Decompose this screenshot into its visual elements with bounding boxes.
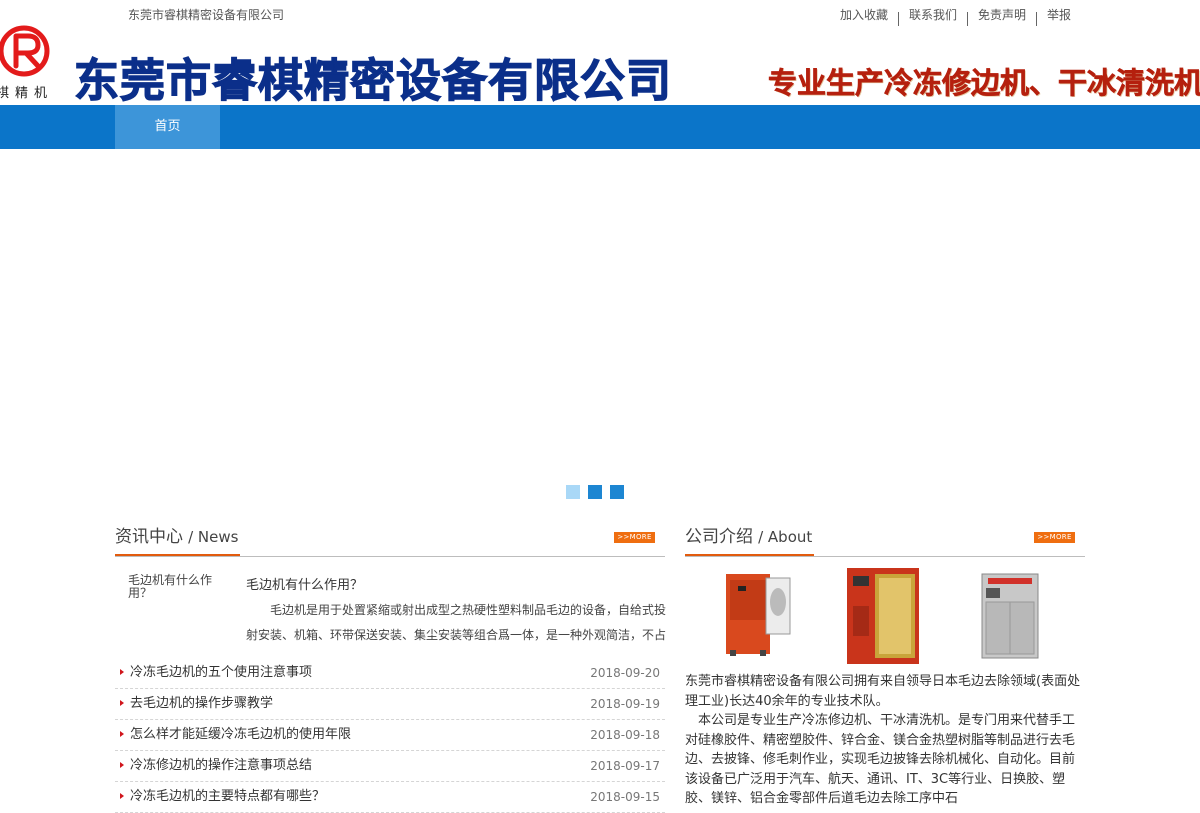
header-slogan: 专业生产冷冻修边机、干冰清洗机 — [768, 66, 1200, 101]
company-title: 东莞市睿棋精密设备有限公司 — [73, 53, 673, 105]
news-item-date: 2018-09-20 — [590, 666, 660, 680]
nav-item-home[interactable]: 首页 — [115, 105, 220, 149]
news-list: 冷冻毛边机的五个使用注意事项 2018-09-20 去毛边机的操作步骤教学 20… — [115, 658, 665, 813]
news-item-title[interactable]: 去毛边机的操作步骤教学 — [130, 689, 273, 719]
bullet-arrow-icon — [120, 669, 124, 675]
feature-thumbnail-alt[interactable]: 毛边机有什么作用？ — [128, 574, 228, 600]
about-description: 东莞市睿棋精密设备有限公司拥有来自领导日本毛边去除领域(表面处理工业)长达40余… — [685, 672, 1085, 809]
news-item-title[interactable]: 冷冻修边机的操作注意事项总结 — [130, 751, 312, 781]
news-list-item[interactable]: 冷冻毛边机的主要特点都有哪些？ 2018-09-15 — [115, 782, 665, 813]
bullet-arrow-icon — [120, 731, 124, 737]
news-item-title[interactable]: 冷冻毛边机的主要特点都有哪些？ — [130, 782, 325, 812]
news-item-date: 2018-09-18 — [590, 728, 660, 742]
slider-dot-2[interactable] — [588, 485, 602, 499]
news-list-item[interactable]: 怎么样才能延缓冷冻毛边机的使用年限 2018-09-18 — [115, 720, 665, 751]
feature-summary: 毛边机是用于处置紧缩或射出成型之热硬性塑料制品毛边的设备，自给式投射安装、机箱、… — [246, 603, 666, 642]
news-section-header: 资讯中心 / News >>MORE — [115, 522, 665, 557]
about-more-button[interactable]: >>MORE — [1034, 532, 1075, 543]
news-item-date: 2018-09-15 — [590, 790, 660, 804]
machine-image-3[interactable] — [980, 572, 1040, 662]
company-logo[interactable]: 棋精机 — [0, 20, 62, 101]
news-title-en: / News — [188, 528, 239, 546]
news-item-date: 2018-09-17 — [590, 759, 660, 773]
news-title-cn: 资讯中心 — [115, 527, 183, 547]
about-title-cn: 公司介绍 — [685, 527, 753, 547]
machine-image-2[interactable] — [845, 566, 921, 666]
slider-dot-1[interactable] — [566, 485, 580, 499]
logo-mark-icon — [0, 25, 50, 77]
about-paragraph-1: 东莞市睿棋精密设备有限公司拥有来自领导日本毛边去除领域(表面处理工业)长达40余… — [685, 674, 1081, 709]
news-more-button[interactable]: >>MORE — [614, 532, 655, 543]
slider-dot-3[interactable] — [610, 485, 624, 499]
news-item-title[interactable]: 冷冻毛边机的五个使用注意事项 — [130, 658, 312, 688]
feature-headline[interactable]: 毛边机有什么作用？ — [246, 574, 363, 593]
news-section-title: 资讯中心 / News — [115, 522, 241, 556]
site-header: 棋精机 东莞市睿棋精密设备有限公司 专业生产冷冻修边机、干冰清洗机 — [0, 20, 1200, 105]
news-item-date: 2018-09-19 — [590, 697, 660, 711]
machine-image-1[interactable] — [722, 570, 794, 658]
about-section-header: 公司介绍 / About >>MORE — [685, 522, 1085, 557]
about-title-en: / About — [758, 528, 813, 546]
slider-pagination — [566, 485, 632, 499]
about-section-title: 公司介绍 / About — [685, 522, 815, 556]
news-list-item[interactable]: 冷冻修边机的操作注意事项总结 2018-09-17 — [115, 751, 665, 782]
news-item-title[interactable]: 怎么样才能延缓冷冻毛边机的使用年限 — [130, 720, 351, 750]
bullet-arrow-icon — [120, 700, 124, 706]
bullet-arrow-icon — [120, 762, 124, 768]
main-nav: 首页 — [0, 105, 1200, 149]
bullet-arrow-icon — [120, 793, 124, 799]
news-list-item[interactable]: 去毛边机的操作步骤教学 2018-09-19 — [115, 689, 665, 720]
news-list-item[interactable]: 冷冻毛边机的五个使用注意事项 2018-09-20 — [115, 658, 665, 689]
banner-slider — [0, 149, 1200, 509]
logo-subtext: 棋精机 — [0, 86, 54, 101]
about-paragraph-2: 本公司是专业生产冷冻修边机、干冰清洗机。是专门用来代替手工对硅橡胶件、精密塑胶件… — [685, 713, 1076, 806]
